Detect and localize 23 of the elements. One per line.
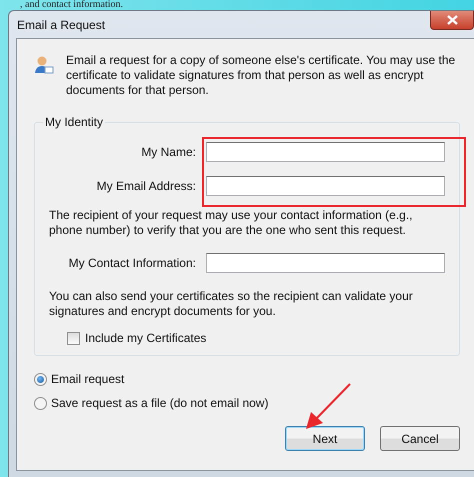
certificate-note: You can also send your certificates so the recipient can validate your signatures and encrypt documents for you. [49,289,414,319]
radio-button[interactable] [34,396,47,410]
field-label: My Email Address: [96,179,196,193]
background-text: , and contact information. [20,0,124,10]
dialog-button[interactable]: Next [285,426,365,451]
intro-text: Email a request for a copy of someone else's certificate. You may use the certificate to validate signatures from that person as well as encrypt documents for that person. [66,53,456,98]
radio-button[interactable] [34,372,47,386]
group-legend: My Identity [43,115,106,129]
checkbox-label: Include my Certificates [85,331,206,345]
close-icon [446,14,458,24]
close-button[interactable] [430,10,474,30]
field-label: My Name: [140,145,196,159]
contact-note: The recipient of your request may use your contact information (e.g., phone number) to verify that you are the one who sent this request. [49,208,414,238]
input-field[interactable] [206,142,445,162]
field-label: My Contact Information: [68,256,196,270]
person-card-icon [34,55,54,75]
input-field[interactable] [206,253,445,273]
radio-label: Email request [51,372,124,386]
checkbox[interactable] [67,332,80,344]
dialog-button[interactable]: Cancel [380,426,460,451]
input-field[interactable] [206,176,445,196]
window-title: Email a Request [16,18,106,32]
radio-label: Save request as a file (do not email now) [51,396,268,410]
